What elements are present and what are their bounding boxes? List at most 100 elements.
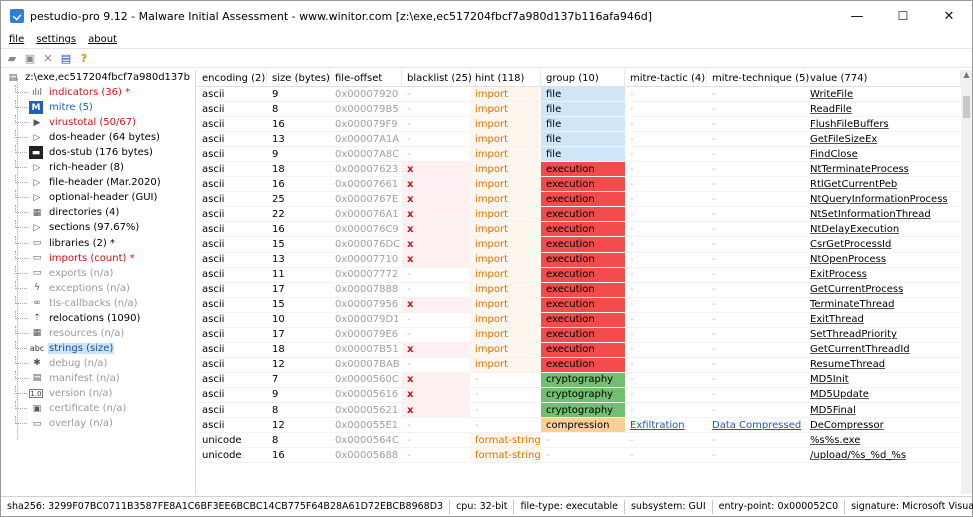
save-icon[interactable]: ▣ bbox=[23, 51, 37, 65]
column-header[interactable]: value (774) bbox=[805, 70, 961, 87]
tree-item[interactable]: ▷ file-header (Mar.2020) bbox=[3, 175, 195, 190]
title-bar[interactable]: pestudio-pro 9.12 - Malware Initial Asse… bbox=[1, 1, 972, 31]
table-cell: 9 bbox=[272, 389, 279, 401]
table-cell: ascii bbox=[202, 284, 225, 296]
table-cell: - bbox=[630, 389, 634, 401]
tree-item[interactable]: ϟ exceptions (n/a) bbox=[3, 280, 195, 296]
table-row[interactable]: ascii 25 0x0000767E x import execution - - NtQue… bbox=[197, 192, 961, 208]
table-row[interactable]: ascii 17 0x00007888- import execution - - GetCu… bbox=[197, 282, 961, 298]
table-row[interactable]: ascii 8 0x000079B5- import file - - ReadFile bbox=[197, 102, 961, 118]
table-row[interactable]: ascii 12 0x000055E1- - compression Exfiltrati… bbox=[197, 418, 961, 434]
table-row[interactable]: ascii 22 0x000076A1 x import execution - - NtSet… bbox=[197, 207, 961, 223]
table-row[interactable]: ascii 9 0x00007A8C - import file - - FindClose bbox=[197, 147, 961, 163]
column-header[interactable]: blacklist (25) bbox=[402, 70, 472, 87]
tree-item[interactable]: abc strings (size) bbox=[3, 340, 195, 356]
table-row[interactable]: unicode 8 0x0000564C - format-string - - - %s%s.… bbox=[197, 433, 961, 449]
table-cell: - bbox=[712, 208, 716, 220]
table-row[interactable]: ascii 16 0x00007661 x import execution - - RtlGe… bbox=[197, 177, 961, 193]
tree-item[interactable]: ▷ dos-header (64 bytes) bbox=[3, 130, 195, 145]
table-cell: ascii bbox=[202, 163, 225, 175]
table-row[interactable]: ascii 17 0x000079E6- import execution - - SetTh… bbox=[197, 327, 961, 343]
vertical-scrollbar[interactable]: ▲ bbox=[961, 70, 972, 494]
tree-item[interactable]: ▶ virustotal (50/67) bbox=[3, 115, 195, 130]
menu-file[interactable]: file bbox=[9, 34, 24, 45]
tree-item[interactable]: ⇡ relocations (1090) bbox=[3, 310, 195, 326]
tree-item[interactable]: ▤ manifest (n/a) bbox=[3, 370, 195, 386]
column-header[interactable]: size (bytes) bbox=[267, 70, 330, 87]
table-row[interactable]: ascii 16 0x000079F9- import file - - FlushFileB… bbox=[197, 117, 961, 133]
table-row[interactable]: ascii 16 0x000076C9 x import execution - - NtDel… bbox=[197, 222, 961, 238]
close-button[interactable]: ✕ bbox=[926, 1, 972, 31]
tree-item[interactable]: ▬ dos-stub (176 bytes) bbox=[3, 145, 195, 160]
table-cell: 0x00007888 bbox=[335, 284, 399, 296]
table-cell: - bbox=[712, 103, 716, 115]
table-cell: - bbox=[407, 133, 411, 145]
table-cell: ascii bbox=[202, 269, 225, 281]
tree-item[interactable]: ▷ sections (97.67%) bbox=[3, 220, 195, 235]
table-cell: x bbox=[402, 402, 470, 418]
table-cell: NtTerminateProcess bbox=[810, 163, 909, 175]
tree-item[interactable]: ▷ rich-header (8) bbox=[3, 160, 195, 175]
table-cell: import bbox=[470, 327, 541, 342]
table-cell: 10 bbox=[272, 314, 285, 326]
table-row[interactable]: ascii 13 0x00007710 x import execution - - NtOpe… bbox=[197, 252, 961, 268]
column-header[interactable]: group (10) bbox=[541, 70, 625, 87]
table-row[interactable]: ascii 13 0x00007A1A - import file - - GetFileSiz… bbox=[197, 132, 961, 148]
tree-item[interactable]: ▦ directories (4) bbox=[3, 205, 195, 220]
help-icon[interactable]: ? bbox=[77, 51, 91, 65]
tree-item[interactable]: 1.0 version (n/a) bbox=[3, 385, 195, 401]
tree-item[interactable]: ▤ z:\exe,ec517204fbcf7a980d137b bbox=[3, 70, 195, 85]
table-row[interactable]: unicode 16 0x00005688- format-string - - -/upl… bbox=[197, 448, 961, 464]
tree-item[interactable]: ✱ debug (n/a) bbox=[3, 355, 195, 371]
close-file-icon[interactable]: ✕ bbox=[41, 51, 55, 65]
column-header[interactable]: mitre-tactic (4) bbox=[625, 70, 707, 87]
open-folder-icon[interactable]: ▰ bbox=[5, 51, 19, 65]
tree-item[interactable]: ∞ tls-callbacks (n/a) bbox=[3, 295, 195, 311]
table-cell: - bbox=[630, 299, 634, 311]
expand-icon: ▷ bbox=[33, 162, 41, 173]
table-row[interactable]: ascii 18 0x00007623 x import execution - - NtTer… bbox=[197, 162, 961, 178]
table-row[interactable]: ascii 15 0x00007956 x import execution - - Termi… bbox=[197, 297, 961, 313]
table-cell: x bbox=[402, 252, 470, 267]
tree-item[interactable]: ▷ optional-header (GUI) bbox=[3, 190, 195, 205]
list-icon[interactable]: ▤ bbox=[59, 51, 73, 65]
scroll-up-icon[interactable]: ▲ bbox=[961, 70, 972, 83]
table-row[interactable]: ascii 12 0x00007BAB - import execution - - Resum… bbox=[197, 357, 961, 373]
table-row[interactable]: ascii 8 0x00005621 x - cryptography - - MD5Final bbox=[197, 402, 961, 419]
tree-item-label: exports (n/a) bbox=[49, 267, 114, 279]
minimize-button[interactable]: — bbox=[834, 1, 880, 31]
table-cell: import bbox=[470, 237, 541, 252]
table-row[interactable]: ascii 7 0x0000560C x - cryptography - - MD5Init bbox=[197, 372, 961, 388]
column-header[interactable]: encoding (2) bbox=[197, 70, 267, 87]
table-row[interactable]: ascii 11 0x00007772- import execution - - ExitP… bbox=[197, 267, 961, 283]
tree-item[interactable]: ▭ libraries (2) * bbox=[3, 235, 195, 251]
column-header[interactable]: file-offset bbox=[330, 70, 402, 87]
table-row[interactable]: ascii 9 0x00007920- import file - - WriteFile bbox=[197, 87, 961, 103]
tree-item[interactable]: Mmitre (5) bbox=[3, 100, 195, 115]
tree-item-label: manifest (n/a) bbox=[49, 372, 120, 384]
table-cell: - bbox=[630, 314, 634, 326]
table-cell: ascii bbox=[202, 329, 225, 341]
table-cell: 0x00007A8C bbox=[335, 148, 400, 160]
table-row[interactable]: ascii 9 0x00005616 x - cryptography - - MD5Updat… bbox=[197, 387, 961, 403]
table-row[interactable]: ascii 10 0x000079D1- import execution - - ExitT… bbox=[197, 312, 961, 328]
column-header[interactable]: hint (118) bbox=[470, 70, 541, 87]
column-header[interactable]: mitre-technique (5) bbox=[707, 70, 809, 87]
strings-table: encoding (2) size (bytes) file-offset black… bbox=[197, 70, 961, 494]
scrollbar-thumb[interactable] bbox=[963, 96, 970, 118]
tree-item[interactable]: ▭ exports (n/a) bbox=[3, 265, 195, 281]
tree-item[interactable]: ▭ imports (count) * bbox=[3, 250, 195, 266]
table-cell: execution bbox=[541, 237, 625, 252]
table-row[interactable]: ascii 15 0x000076DC x import execution - - CsrGe… bbox=[197, 237, 961, 253]
tree-item[interactable]: ▭ overlay (n/a) bbox=[3, 416, 195, 431]
table-cell: 0x00007BAB bbox=[335, 359, 400, 371]
menu-settings[interactable]: settings bbox=[36, 34, 76, 45]
tree-item[interactable]: ▣ certificate (n/a) bbox=[3, 401, 195, 416]
tree-item[interactable]: ▦ resources (n/a) bbox=[3, 325, 195, 341]
table-cell: ReadFile bbox=[810, 103, 852, 115]
table-cell: ascii bbox=[202, 223, 225, 235]
tree-item[interactable]: ılıl indicators (36) * bbox=[3, 85, 195, 100]
menu-about[interactable]: about bbox=[88, 34, 117, 45]
maximize-button[interactable]: ☐ bbox=[880, 1, 926, 31]
table-row[interactable]: ascii 18 0x00007B51 x import execution - - GetCu… bbox=[197, 342, 961, 358]
